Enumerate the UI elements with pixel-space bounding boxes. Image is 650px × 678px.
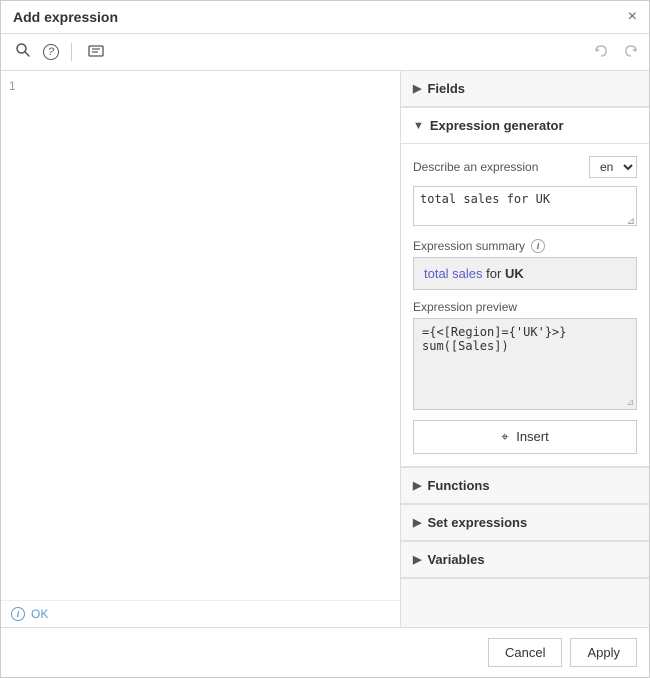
undo-button[interactable]	[593, 43, 609, 62]
variables-section-header[interactable]: ▶ Variables	[401, 542, 649, 578]
add-expression-dialog: Add expression × ?	[0, 0, 650, 678]
preview-label: Expression preview	[413, 300, 637, 314]
editor-footer: i OK	[1, 600, 400, 627]
search-icon[interactable]	[11, 40, 35, 64]
right-panel: ▶ Fields ▼ Expression generator Describe…	[401, 71, 649, 627]
describe-label: Describe an expression	[413, 160, 538, 174]
resize-handle-icon: ⊿	[627, 216, 635, 227]
variables-label: Variables	[427, 552, 484, 567]
insert-cursor-icon: ⌖	[501, 429, 508, 444]
help-icon[interactable]: ?	[43, 44, 59, 60]
line-numbers: 1	[9, 79, 16, 592]
fields-section-header[interactable]: ▶ Fields	[401, 71, 649, 107]
fields-arrow: ▶	[413, 82, 421, 95]
preview-textarea[interactable]: ={<[Region]={'UK'}>} sum([Sales])	[422, 325, 628, 400]
summary-uk: UK	[505, 266, 524, 281]
describe-input[interactable]: total sales for UK	[413, 186, 637, 226]
functions-arrow: ▶	[413, 479, 421, 492]
summary-info-icon[interactable]: i	[531, 239, 545, 253]
editor-panel: 1 i OK	[1, 71, 401, 627]
cancel-button[interactable]: Cancel	[488, 638, 562, 667]
fields-label: Fields	[427, 81, 465, 96]
dialog-header: Add expression ×	[1, 1, 649, 34]
functions-section: ▶ Functions	[401, 468, 649, 505]
dialog-footer: Cancel Apply	[1, 627, 649, 677]
redo-button[interactable]	[623, 43, 639, 62]
code-editor[interactable]	[24, 79, 392, 592]
lang-select[interactable]: en	[589, 156, 637, 178]
set-expressions-section-header[interactable]: ▶ Set expressions	[401, 505, 649, 541]
variables-arrow: ▶	[413, 553, 421, 566]
expression-generator-arrow: ▼	[413, 120, 424, 132]
insert-label: Insert	[516, 429, 549, 444]
dialog-body: 1 i OK ▶ Fields ▼ Express	[1, 71, 649, 627]
dialog-toolbar: ?	[1, 34, 649, 71]
functions-label: Functions	[427, 478, 489, 493]
toolbar-divider	[71, 43, 72, 61]
fields-section: ▶ Fields	[401, 71, 649, 108]
dialog-title: Add expression	[13, 9, 118, 25]
apply-button[interactable]: Apply	[570, 638, 637, 667]
functions-section-header[interactable]: ▶ Functions	[401, 468, 649, 504]
describe-row: Describe an expression en	[413, 156, 637, 178]
close-button[interactable]: ×	[628, 9, 637, 25]
expression-generator-label: Expression generator	[430, 118, 564, 133]
expression-generator-content: Describe an expression en total sales fo…	[401, 144, 649, 467]
editor-area[interactable]: 1	[1, 71, 400, 600]
summary-label-text: Expression summary	[413, 239, 525, 253]
set-expressions-arrow: ▶	[413, 516, 421, 529]
info-icon: i	[11, 607, 25, 621]
describe-input-wrapper: total sales for UK ⊿	[413, 186, 637, 229]
expression-summary-box: total sales for UK	[413, 257, 637, 290]
set-expressions-section: ▶ Set expressions	[401, 505, 649, 542]
ok-label: OK	[31, 607, 48, 621]
summary-for: for	[486, 266, 505, 281]
comment-icon[interactable]	[84, 42, 108, 63]
summary-label-row: Expression summary i	[413, 239, 637, 253]
expression-generator-section: ▼ Expression generator Describe an expre…	[401, 108, 649, 468]
preview-resize-icon: ⊿	[626, 398, 634, 407]
summary-total-sales: total sales	[424, 266, 483, 281]
preview-box: ={<[Region]={'UK'}>} sum([Sales]) ⊿	[413, 318, 637, 410]
variables-section: ▶ Variables	[401, 542, 649, 579]
set-expressions-label: Set expressions	[427, 515, 527, 530]
insert-button[interactable]: ⌖ Insert	[413, 420, 637, 454]
expression-generator-header[interactable]: ▼ Expression generator	[401, 108, 649, 144]
